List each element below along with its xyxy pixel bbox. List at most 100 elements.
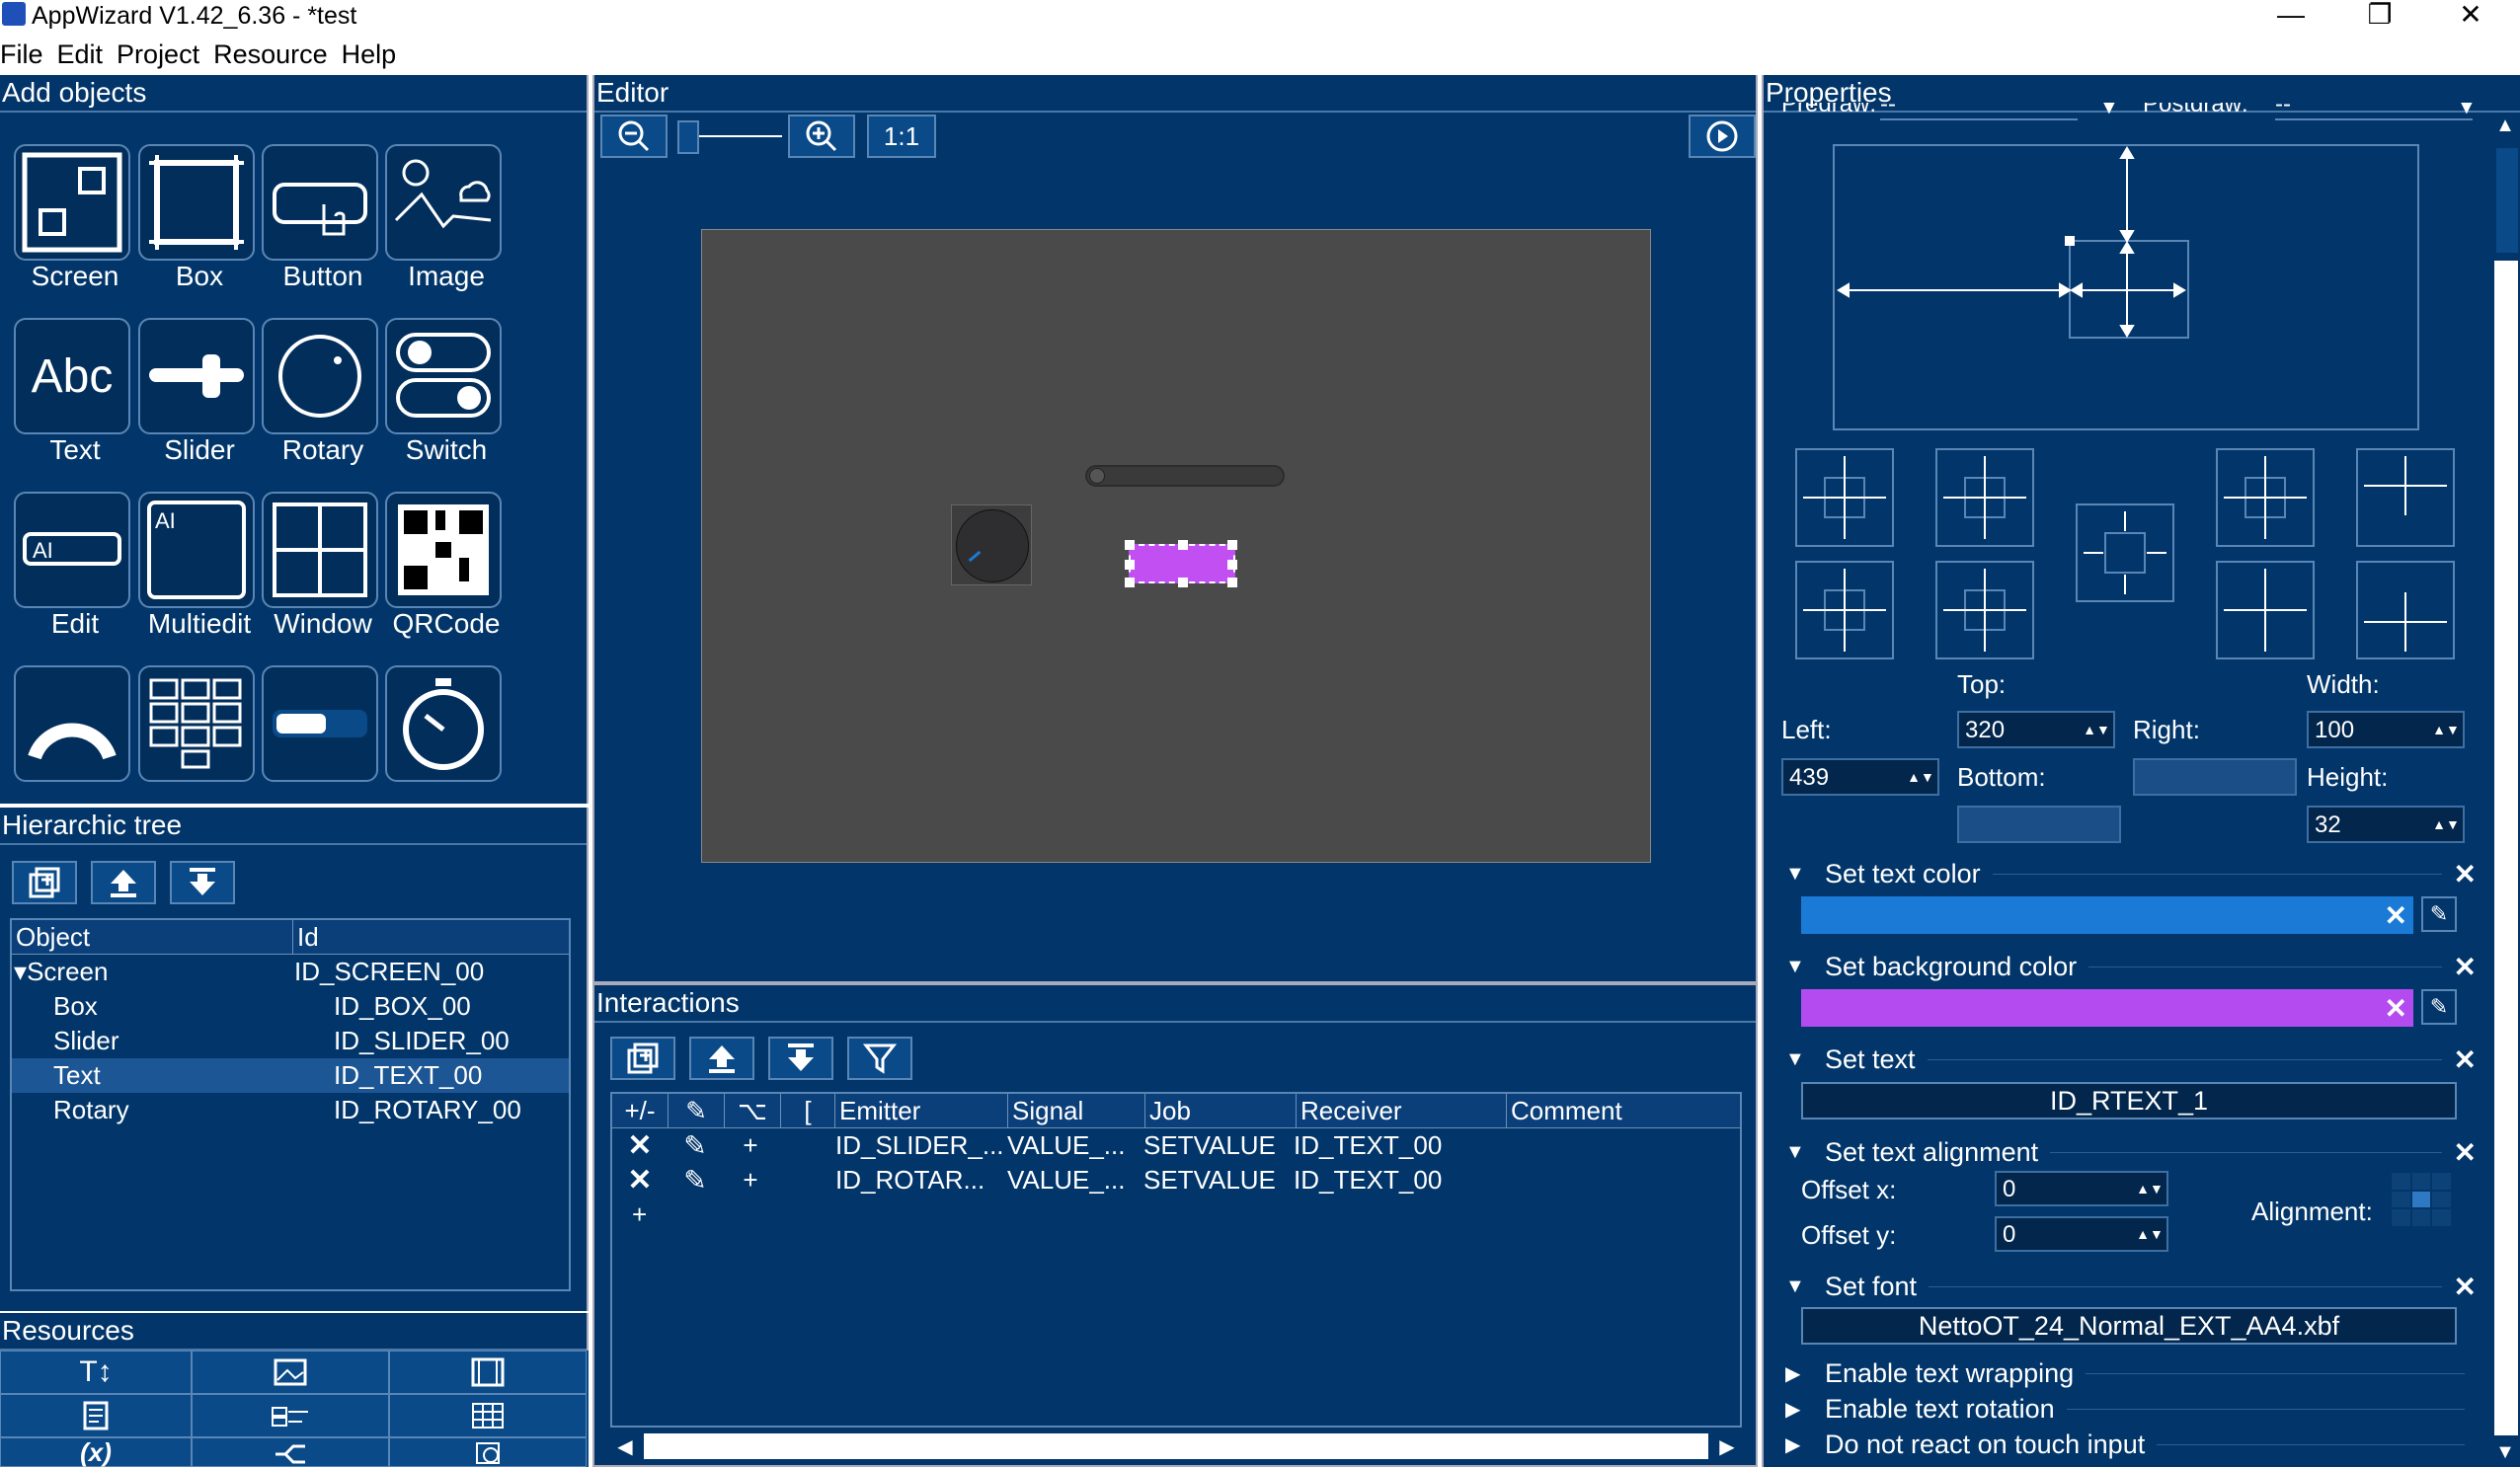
top-field[interactable]: 320 ▲▼: [1957, 711, 2115, 748]
collapse-triangle-icon[interactable]: ▼: [1785, 863, 1825, 886]
object-screen[interactable]: Screen: [14, 144, 136, 292]
interaction-row[interactable]: ✕ ✎ + ID_ROTAR... VALUE_... SETVALUE ID_…: [612, 1163, 1740, 1198]
anchor-preset-button[interactable]: [2216, 448, 2315, 547]
play-button[interactable]: [1689, 115, 1756, 158]
receiver-cell[interactable]: ID_TEXT_00: [1290, 1163, 1499, 1198]
tree-add-button[interactable]: [12, 861, 77, 904]
add-interaction-row[interactable]: +: [612, 1198, 1740, 1232]
col-signal[interactable]: Signal: [1008, 1094, 1145, 1127]
object-edit[interactable]: AI Edit: [14, 492, 136, 640]
tree-row-text-selected[interactable]: Text ID_TEXT_00: [12, 1058, 569, 1093]
col-job[interactable]: Job: [1145, 1094, 1297, 1127]
text-id-field[interactable]: ID_RTEXT_1: [1801, 1082, 2457, 1120]
col-emitter[interactable]: Emitter: [835, 1094, 1008, 1127]
object-qrcode[interactable]: QRCode: [385, 492, 508, 640]
alignment-grid[interactable]: [2392, 1173, 2451, 1226]
tree-row-rotary[interactable]: Rotary ID_ROTARY_00: [12, 1093, 569, 1127]
menu-resource[interactable]: Resource: [213, 39, 328, 70]
remove-property-icon[interactable]: ✕: [2454, 1043, 2477, 1076]
canvas-text-selected[interactable]: [1125, 540, 1237, 587]
scroll-up-icon[interactable]: ▲: [2490, 115, 2520, 144]
expand-triangle-icon[interactable]: ▶: [1785, 1432, 1825, 1457]
close-button[interactable]: ✕: [2441, 0, 2500, 32]
anchor-preset-button[interactable]: [2216, 561, 2315, 659]
scroll-right-icon[interactable]: ▶: [1712, 1434, 1742, 1459]
properties-vscrollbar[interactable]: ▲ ▼: [2490, 115, 2520, 1467]
object-image[interactable]: Image: [385, 144, 508, 292]
eyedropper-button[interactable]: ✎: [2421, 896, 2457, 932]
clear-color-icon[interactable]: ✕: [2385, 899, 2407, 932]
add-condition-button[interactable]: +: [723, 1163, 778, 1198]
object-progressbar[interactable]: [262, 665, 378, 782]
signal-cell[interactable]: VALUE_...: [1003, 1163, 1140, 1198]
formula-resource-icon[interactable]: (x): [0, 1437, 192, 1467]
postdraw-select[interactable]: --: [2275, 103, 2473, 120]
col-condition[interactable]: ⌥: [725, 1094, 781, 1127]
anchor-preset-button[interactable]: [2356, 561, 2455, 659]
col-receiver[interactable]: Receiver: [1297, 1094, 1507, 1127]
image-resource-icon[interactable]: [192, 1351, 389, 1394]
enable-text-wrapping-section[interactable]: ▶ Enable text wrapping: [1785, 1356, 2477, 1390]
delete-icon[interactable]: ✕: [612, 1163, 668, 1198]
pencil-icon[interactable]: ✎: [668, 1163, 723, 1198]
font-resource-icon[interactable]: T↕: [0, 1351, 192, 1394]
menu-help[interactable]: Help: [342, 39, 397, 70]
spinner-icon[interactable]: ▲▼: [2136, 1221, 2164, 1247]
clear-color-icon[interactable]: ✕: [2385, 992, 2407, 1025]
collapse-triangle-icon[interactable]: ▼: [1785, 1141, 1825, 1164]
offset-y-field[interactable]: 0 ▲▼: [1995, 1216, 2168, 1252]
branch-resource-icon[interactable]: [192, 1437, 389, 1467]
remove-property-icon[interactable]: ✕: [2454, 1136, 2477, 1169]
interaction-move-down-button[interactable]: [768, 1037, 833, 1080]
object-button[interactable]: Button: [262, 144, 384, 292]
object-gauge[interactable]: [14, 665, 130, 782]
expand-triangle-icon[interactable]: ▾: [14, 957, 27, 986]
anchor-preset-button[interactable]: [2356, 448, 2455, 547]
design-canvas[interactable]: [701, 229, 1651, 863]
object-rotary[interactable]: Rotary: [262, 318, 384, 466]
scroll-thumb[interactable]: [644, 1433, 1708, 1459]
variable-resource-icon[interactable]: [192, 1394, 389, 1437]
object-box[interactable]: Box: [138, 144, 261, 292]
spinner-icon[interactable]: ▲▼: [2432, 811, 2460, 837]
object-switch[interactable]: Switch: [385, 318, 508, 466]
anchor-preset-button[interactable]: [1935, 561, 2034, 659]
menu-edit[interactable]: Edit: [57, 39, 104, 70]
object-text[interactable]: Abc Text: [14, 318, 136, 466]
tree-row-slider[interactable]: Slider ID_SLIDER_00: [12, 1024, 569, 1058]
no-touch-input-section[interactable]: ▶ Do not react on touch input: [1785, 1428, 2477, 1461]
pencil-icon[interactable]: ✎: [668, 1128, 723, 1163]
spinner-icon[interactable]: ▲▼: [1907, 764, 1934, 790]
predraw-select[interactable]: --: [1880, 103, 2078, 120]
anchor-preset-button[interactable]: [1795, 448, 1894, 547]
offset-x-field[interactable]: 0 ▲▼: [1995, 1171, 2168, 1206]
receiver-cell[interactable]: ID_TEXT_00: [1290, 1128, 1499, 1163]
chevron-down-icon[interactable]: ▼: [2455, 103, 2473, 120]
background-color-swatch[interactable]: ✕: [1801, 989, 2413, 1027]
remove-property-icon[interactable]: ✕: [2454, 858, 2477, 890]
collapse-triangle-icon[interactable]: ▼: [1785, 956, 1825, 978]
signal-cell[interactable]: VALUE_...: [1003, 1128, 1140, 1163]
add-condition-button[interactable]: +: [723, 1128, 778, 1163]
tree-row-box[interactable]: Box ID_BOX_00: [12, 989, 569, 1024]
emitter-cell[interactable]: ID_SLIDER_...: [831, 1128, 1004, 1163]
object-keyboard[interactable]: [138, 665, 255, 782]
height-field[interactable]: 32 ▲▼: [2307, 806, 2465, 843]
interaction-move-up-button[interactable]: [689, 1037, 754, 1080]
anchor-preset-button[interactable]: [1935, 448, 2034, 547]
enable-text-rotation-section[interactable]: ▶ Enable text rotation: [1785, 1392, 2477, 1426]
tree-move-up-button[interactable]: [91, 861, 156, 904]
left-field[interactable]: 439 ▲▼: [1781, 758, 1939, 796]
text-resource-icon[interactable]: [0, 1394, 192, 1437]
zoom-out-button[interactable]: [600, 115, 668, 158]
col-comment[interactable]: Comment: [1507, 1094, 1622, 1127]
delete-icon[interactable]: ✕: [612, 1128, 668, 1163]
zoom-slider[interactable]: [677, 118, 782, 154]
collapse-triangle-icon[interactable]: ▼: [1785, 1275, 1825, 1298]
anchor-preset-button[interactable]: [2076, 503, 2174, 602]
shape-resource-icon[interactable]: [389, 1437, 587, 1467]
zoom-reset-button[interactable]: 1:1: [867, 115, 936, 158]
tree-row-screen[interactable]: ▾Screen ID_SCREEN_00: [12, 955, 569, 989]
movie-resource-icon[interactable]: [389, 1351, 587, 1394]
font-field[interactable]: NettoOT_24_Normal_EXT_AA4.xbf: [1801, 1307, 2457, 1345]
